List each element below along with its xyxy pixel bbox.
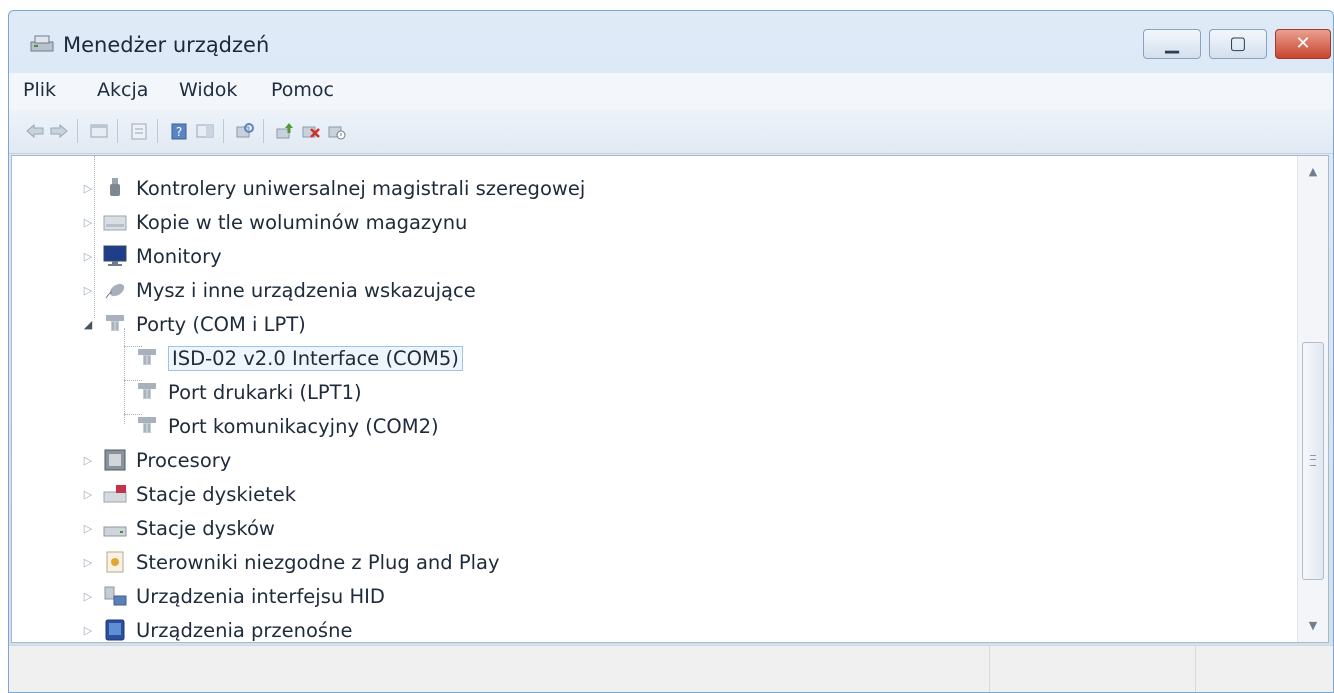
minimize-button[interactable]: ▁ (1143, 29, 1201, 59)
expand-arrow-icon[interactable]: ▷ (80, 486, 96, 502)
tree-item-label: Sterowniki niezgodne z Plug and Play (136, 550, 500, 574)
window-title: Menedżer urządzeń (63, 33, 270, 57)
maximize-icon: ▢ (1229, 33, 1247, 54)
port-icon (138, 383, 156, 399)
expand-arrow-icon[interactable]: ▷ (80, 520, 96, 536)
device-manager-app-icon (30, 35, 54, 52)
tree-item-label: ISD-02 v2.0 Interface (COM5) (168, 345, 463, 371)
tree-item[interactable]: ▷ Stacje dysków (80, 512, 275, 544)
tree-item-label: Kopie w tle woluminów magazynu (136, 210, 468, 234)
expand-arrow-icon[interactable]: ▷ (80, 622, 96, 638)
close-icon: ✕ (1295, 33, 1311, 54)
monitor-icon (103, 245, 127, 266)
port-icon (138, 417, 156, 433)
status-bar (9, 645, 1333, 692)
expand-arrow-icon[interactable]: ▷ (80, 282, 96, 298)
mouse-icon (105, 283, 125, 299)
title-bar[interactable]: Menedżer urządzeń ▁ ▢ ✕ (9, 11, 1333, 71)
menu-item-plik[interactable]: Plik (23, 79, 56, 101)
tree-item[interactable]: ▷ Kopie w tle woluminów magazynu (80, 206, 468, 238)
console-tree-icon[interactable] (89, 121, 109, 141)
expand-arrow-icon[interactable]: ▷ (80, 588, 96, 604)
menu-item-widok[interactable]: Widok (179, 79, 237, 101)
tree-item-label: Port drukarki (LPT1) (168, 380, 362, 404)
tree-item-label: Mysz i inne urządzenia wskazujące (136, 278, 476, 302)
hid-device-icon (104, 586, 127, 606)
toolbar-separator (263, 119, 264, 143)
expand-arrow-icon[interactable]: ▷ (80, 452, 96, 468)
processor-icon (104, 449, 126, 471)
disable-device-icon[interactable] (327, 121, 347, 141)
tree-item-label: Monitory (136, 244, 222, 268)
tree-item[interactable]: ▷ Sterowniki niezgodne z Plug and Play (80, 546, 500, 578)
scroll-up-arrow-icon[interactable]: ▲ (1298, 160, 1328, 184)
action-pane-icon[interactable] (195, 121, 215, 141)
tree-item-label: Procesory (136, 448, 232, 472)
expand-arrow-icon[interactable]: ▷ (80, 180, 96, 196)
help-icon[interactable]: ? (169, 121, 189, 141)
scrollbar-grip-icon (1310, 455, 1316, 466)
tree-child-item[interactable]: Port drukarki (LPT1) (112, 376, 362, 408)
maximize-button[interactable]: ▢ (1209, 29, 1267, 59)
forward-arrow-icon[interactable] (49, 121, 69, 141)
tree-item[interactable]: ▷ Procesory (80, 444, 232, 476)
scrollbar-thumb[interactable] (1302, 342, 1324, 580)
toolbar-separator (77, 119, 78, 143)
minimize-icon: ▁ (1165, 33, 1179, 54)
collapse-arrow-icon[interactable]: ◢ (80, 316, 96, 332)
menu-item-akcja[interactable]: Akcja (97, 79, 148, 101)
device-manager-window: Menedżer urządzeń ▁ ▢ ✕ Plik Akcja Widok… (8, 10, 1334, 693)
toolbar: ? (9, 109, 1333, 154)
tree-item[interactable]: ▷ Kontrolery uniwersalnej magistrali sze… (80, 172, 585, 204)
status-bar-section (1195, 646, 1196, 692)
toolbar-separator (157, 119, 158, 143)
tree-item[interactable]: ▷ Monitory (80, 240, 222, 272)
tree-item-label: Kontrolery uniwersalnej magistrali szere… (136, 176, 586, 200)
tree-child-item[interactable]: Port komunikacyjny (COM2) (112, 410, 439, 442)
port-icon (106, 315, 124, 331)
expand-arrow-icon[interactable]: ▷ (80, 554, 96, 570)
update-driver-icon[interactable] (275, 121, 295, 141)
device-tree[interactable]: ▷ Kontrolery uniwersalnej magistrali sze… (12, 156, 1298, 642)
tree-item-label: Stacje dyskietek (136, 482, 297, 506)
usb-controller-icon (110, 178, 120, 196)
properties-icon[interactable] (129, 121, 149, 141)
uninstall-icon[interactable] (301, 121, 321, 141)
disk-drive-icon (103, 526, 127, 537)
floppy-drive-icon (103, 485, 127, 503)
tree-item[interactable]: ▷ Mysz i inne urządzenia wskazujące (80, 274, 476, 306)
toolbar-separator (117, 119, 118, 143)
menu-item-pomoc[interactable]: Pomoc (271, 79, 334, 101)
device-tree-pane: ▷ Kontrolery uniwersalnej magistrali sze… (11, 155, 1329, 643)
tree-item-label: Stacje dysków (136, 516, 275, 540)
vertical-scrollbar[interactable]: ▲ ▼ (1297, 156, 1328, 642)
expand-arrow-icon[interactable]: ▷ (80, 214, 96, 230)
close-button[interactable]: ✕ (1275, 29, 1331, 59)
back-arrow-icon[interactable] (25, 121, 45, 141)
toolbar-separator (223, 119, 224, 143)
tree-item-label: Porty (COM i LPT) (136, 312, 306, 336)
storage-volume-icon (103, 215, 127, 231)
status-bar-section (989, 646, 990, 692)
portable-device-icon (105, 619, 125, 641)
svg-text:?: ? (176, 125, 182, 139)
tree-item-label: Port komunikacyjny (COM2) (168, 414, 439, 438)
menu-bar: Plik Akcja Widok Pomoc (9, 73, 1333, 109)
tree-item[interactable]: ▷ Stacje dyskietek (80, 478, 296, 510)
tree-child-item-selected[interactable]: ISD-02 v2.0 Interface (COM5) (112, 342, 463, 374)
scroll-down-arrow-icon[interactable]: ▼ (1298, 614, 1328, 638)
port-icon (138, 349, 156, 365)
scan-hardware-icon[interactable] (235, 121, 255, 141)
tree-item-expanded[interactable]: ◢ Porty (COM i LPT) (80, 308, 306, 340)
tree-item[interactable]: ▷ Urządzenia interfejsu HID (80, 580, 385, 612)
tree-item[interactable]: ▷ Urządzenia przenośne (80, 614, 353, 642)
legacy-driver-icon (106, 551, 124, 573)
tree-item-label: Urządzenia interfejsu HID (136, 584, 385, 608)
tree-item-label: Urządzenia przenośne (136, 618, 353, 642)
expand-arrow-icon[interactable]: ▷ (80, 248, 96, 264)
